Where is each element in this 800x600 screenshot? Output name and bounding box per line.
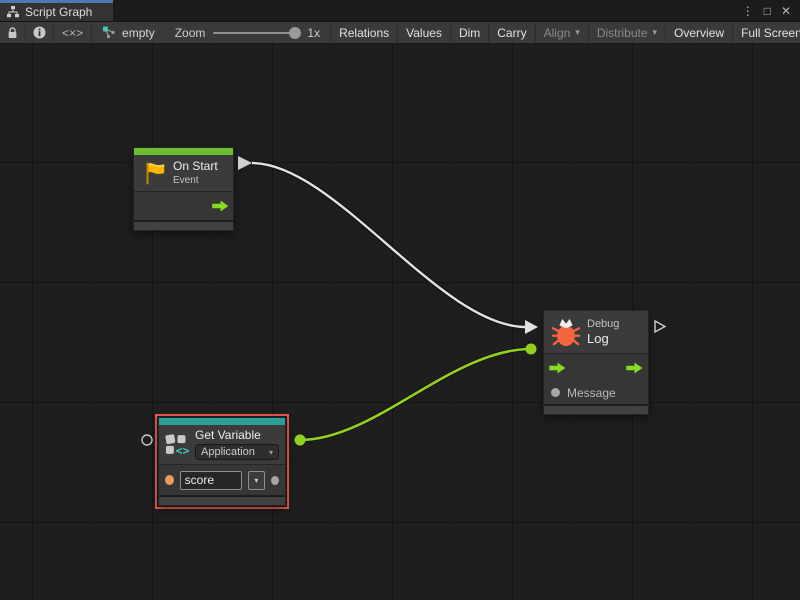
chevron-down-icon: ▾ [254,476,258,485]
graph-reference[interactable]: empty [92,22,165,43]
code-view-button[interactable]: <×> [54,22,92,43]
dim-button[interactable]: Dim [451,22,489,43]
carry-button[interactable]: Carry [489,22,535,43]
message-port-label: Message [567,386,616,400]
tab-bar: Script Graph ⋮ □ ✕ [0,0,800,22]
zoom-slider-knob[interactable] [289,27,301,39]
align-dropdown[interactable]: Align ▾ [536,22,589,43]
variable-name-port[interactable] [165,475,174,485]
node-title: On Start [173,159,218,173]
variable-name-input[interactable] [180,471,242,490]
log-message-row: Message [544,381,648,404]
graph-canvas[interactable]: On Start Event [0,44,800,600]
message-value-port[interactable] [551,388,560,397]
zoom-label: Zoom [175,26,206,40]
flag-icon [141,160,167,186]
node-on-start[interactable]: On Start Event [133,147,234,231]
log-trigger-row [544,354,648,381]
tab-script-graph[interactable]: Script Graph [0,0,113,21]
flow-output-port[interactable] [626,362,643,374]
relations-button[interactable]: Relations [330,22,398,43]
distribute-dropdown[interactable]: Distribute ▾ [589,22,666,43]
graph-toolbar: <×> empty Zoom 1x Relations Values [0,22,800,44]
selection-outline: <> Get Variable Application ▾ [155,414,289,509]
on-start-header: On Start Event [134,155,233,191]
variable-icon: <> [165,432,189,457]
tab-title: Script Graph [25,5,92,19]
script-graph-window: Script Graph ⋮ □ ✕ <×> [0,0,800,600]
graph-network-icon [102,26,116,39]
node-debug-log[interactable]: Debug Log Message [543,310,649,415]
value-wire-start-cap [295,435,306,446]
svg-text:<>: <> [176,443,189,456]
get-variable-port-row: ▾ [159,465,285,495]
flow-input-port[interactable] [549,362,566,374]
overview-button[interactable]: Overview [666,22,733,43]
close-icon[interactable]: ✕ [781,4,791,18]
unconnected-port-circle [142,435,152,445]
on-start-port-row [134,192,233,220]
chevron-down-icon: ▾ [575,27,580,38]
code-view-icon: <×> [62,26,83,40]
variable-color-strip [159,418,285,425]
info-button[interactable] [26,22,54,43]
exec-wire[interactable] [252,163,526,327]
node-get-variable[interactable]: <> Get Variable Application ▾ [158,417,286,506]
info-icon [33,26,46,39]
values-button[interactable]: Values [398,22,451,43]
variable-scope-dropdown[interactable]: Application ▾ [195,444,279,460]
variable-scope-value: Application [201,446,255,458]
exec-wire-arrowhead [525,320,538,334]
graph-name-label: empty [122,26,155,40]
node-footer [134,220,233,230]
zoom-control: Zoom 1x [165,22,330,43]
menu-icon[interactable]: ⋮ [742,4,754,18]
node-title: Log [587,332,619,346]
value-wire-shadow [300,349,531,440]
window-controls: ⋮ □ ✕ [742,0,800,21]
toolbar-right-buttons: Relations Values Dim Carry Align ▾ Distr… [330,22,800,43]
value-wire-end-cap [526,344,537,355]
lock-icon [7,27,18,39]
unconnected-port-triangle [655,321,665,332]
maximize-icon[interactable]: □ [764,4,771,18]
connections-layer [0,44,800,600]
node-title: Get Variable [195,428,279,442]
chevron-down-icon: ▾ [269,448,273,457]
value-wire[interactable] [300,349,531,440]
chevron-down-icon: ▾ [653,27,658,38]
bug-icon [551,317,581,347]
exec-wire-shadow [252,163,526,327]
fullscreen-button[interactable]: Full Screen [733,22,800,43]
node-footer [544,404,648,414]
log-header: Debug Log [544,311,648,353]
exec-wire-start-cap [238,156,252,170]
event-color-strip [134,148,233,155]
node-subtitle: Event [173,175,218,187]
graph-hierarchy-icon [7,6,19,18]
get-variable-header: <> Get Variable Application ▾ [159,425,285,464]
flow-output-port[interactable] [212,200,229,212]
node-category: Debug [587,318,619,330]
variable-picker-button[interactable]: ▾ [248,471,266,490]
node-footer [159,495,285,505]
lock-button[interactable] [0,22,26,43]
zoom-value: 1x [307,26,320,40]
zoom-slider[interactable] [213,32,299,34]
variable-output-port[interactable] [271,476,279,485]
